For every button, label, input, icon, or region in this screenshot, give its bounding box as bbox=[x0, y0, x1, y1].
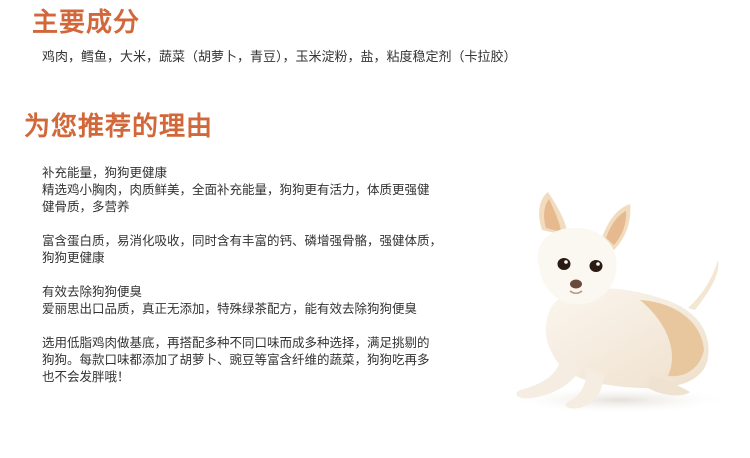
reason-line: 选用低脂鸡肉做基底，再搭配多种不同口味而成多种选择，满足挑剔的 bbox=[42, 335, 430, 350]
reason-line: 爱丽思出口品质，真正无添加，特殊绿茶配方，能有效去除狗狗便臭 bbox=[42, 301, 418, 316]
reasons-heading: 为您推荐的理由 bbox=[24, 112, 214, 142]
reason-line: 健骨质，多营养 bbox=[42, 199, 130, 214]
ingredients-text: 鸡肉，鳕鱼，大米，蔬菜（胡萝卜，青豆），玉米淀粉，盐，粘度稳定剂（卡拉胶） bbox=[42, 50, 517, 65]
reason-block: 补充能量，狗狗更健康 精选鸡小胸肉，肉质鲜美，全面补充能量，狗狗更有活力，体质更… bbox=[42, 164, 492, 215]
reason-line: 狗狗更健康 bbox=[42, 250, 105, 265]
chihuahua-photo bbox=[510, 192, 730, 414]
reasons-list: 补充能量，狗狗更健康 精选鸡小胸肉，肉质鲜美，全面补充能量，狗狗更有活力，体质更… bbox=[42, 164, 492, 402]
reason-line: 精选鸡小胸肉，肉质鲜美，全面补充能量，狗狗更有活力，体质更强健 bbox=[42, 182, 430, 197]
reason-block: 富含蛋白质，易消化吸收，同时含有丰富的钙、磷增强骨骼，强健体质， 狗狗更健康 bbox=[42, 232, 492, 266]
ingredients-heading: 主要成分 bbox=[32, 8, 141, 38]
reason-line: 也不会发胖哦！ bbox=[42, 369, 130, 384]
reason-block: 有效去除狗狗便臭 爱丽思出口品质，真正无添加，特殊绿茶配方，能有效去除狗狗便臭 bbox=[42, 283, 492, 317]
reason-line: 富含蛋白质，易消化吸收，同时含有丰富的钙、磷增强骨骼，强健体质， bbox=[42, 233, 443, 248]
reason-block: 选用低脂鸡肉做基底，再搭配多种不同口味而成多种选择，满足挑剔的 狗狗。每款口味都… bbox=[42, 334, 492, 385]
reason-line: 狗狗。每款口味都添加了胡萝卜、豌豆等富含纤维的蔬菜，狗狗吃再多 bbox=[42, 352, 430, 367]
reason-line: 补充能量，狗狗更健康 bbox=[42, 165, 168, 180]
reason-line: 有效去除狗狗便臭 bbox=[42, 284, 143, 299]
